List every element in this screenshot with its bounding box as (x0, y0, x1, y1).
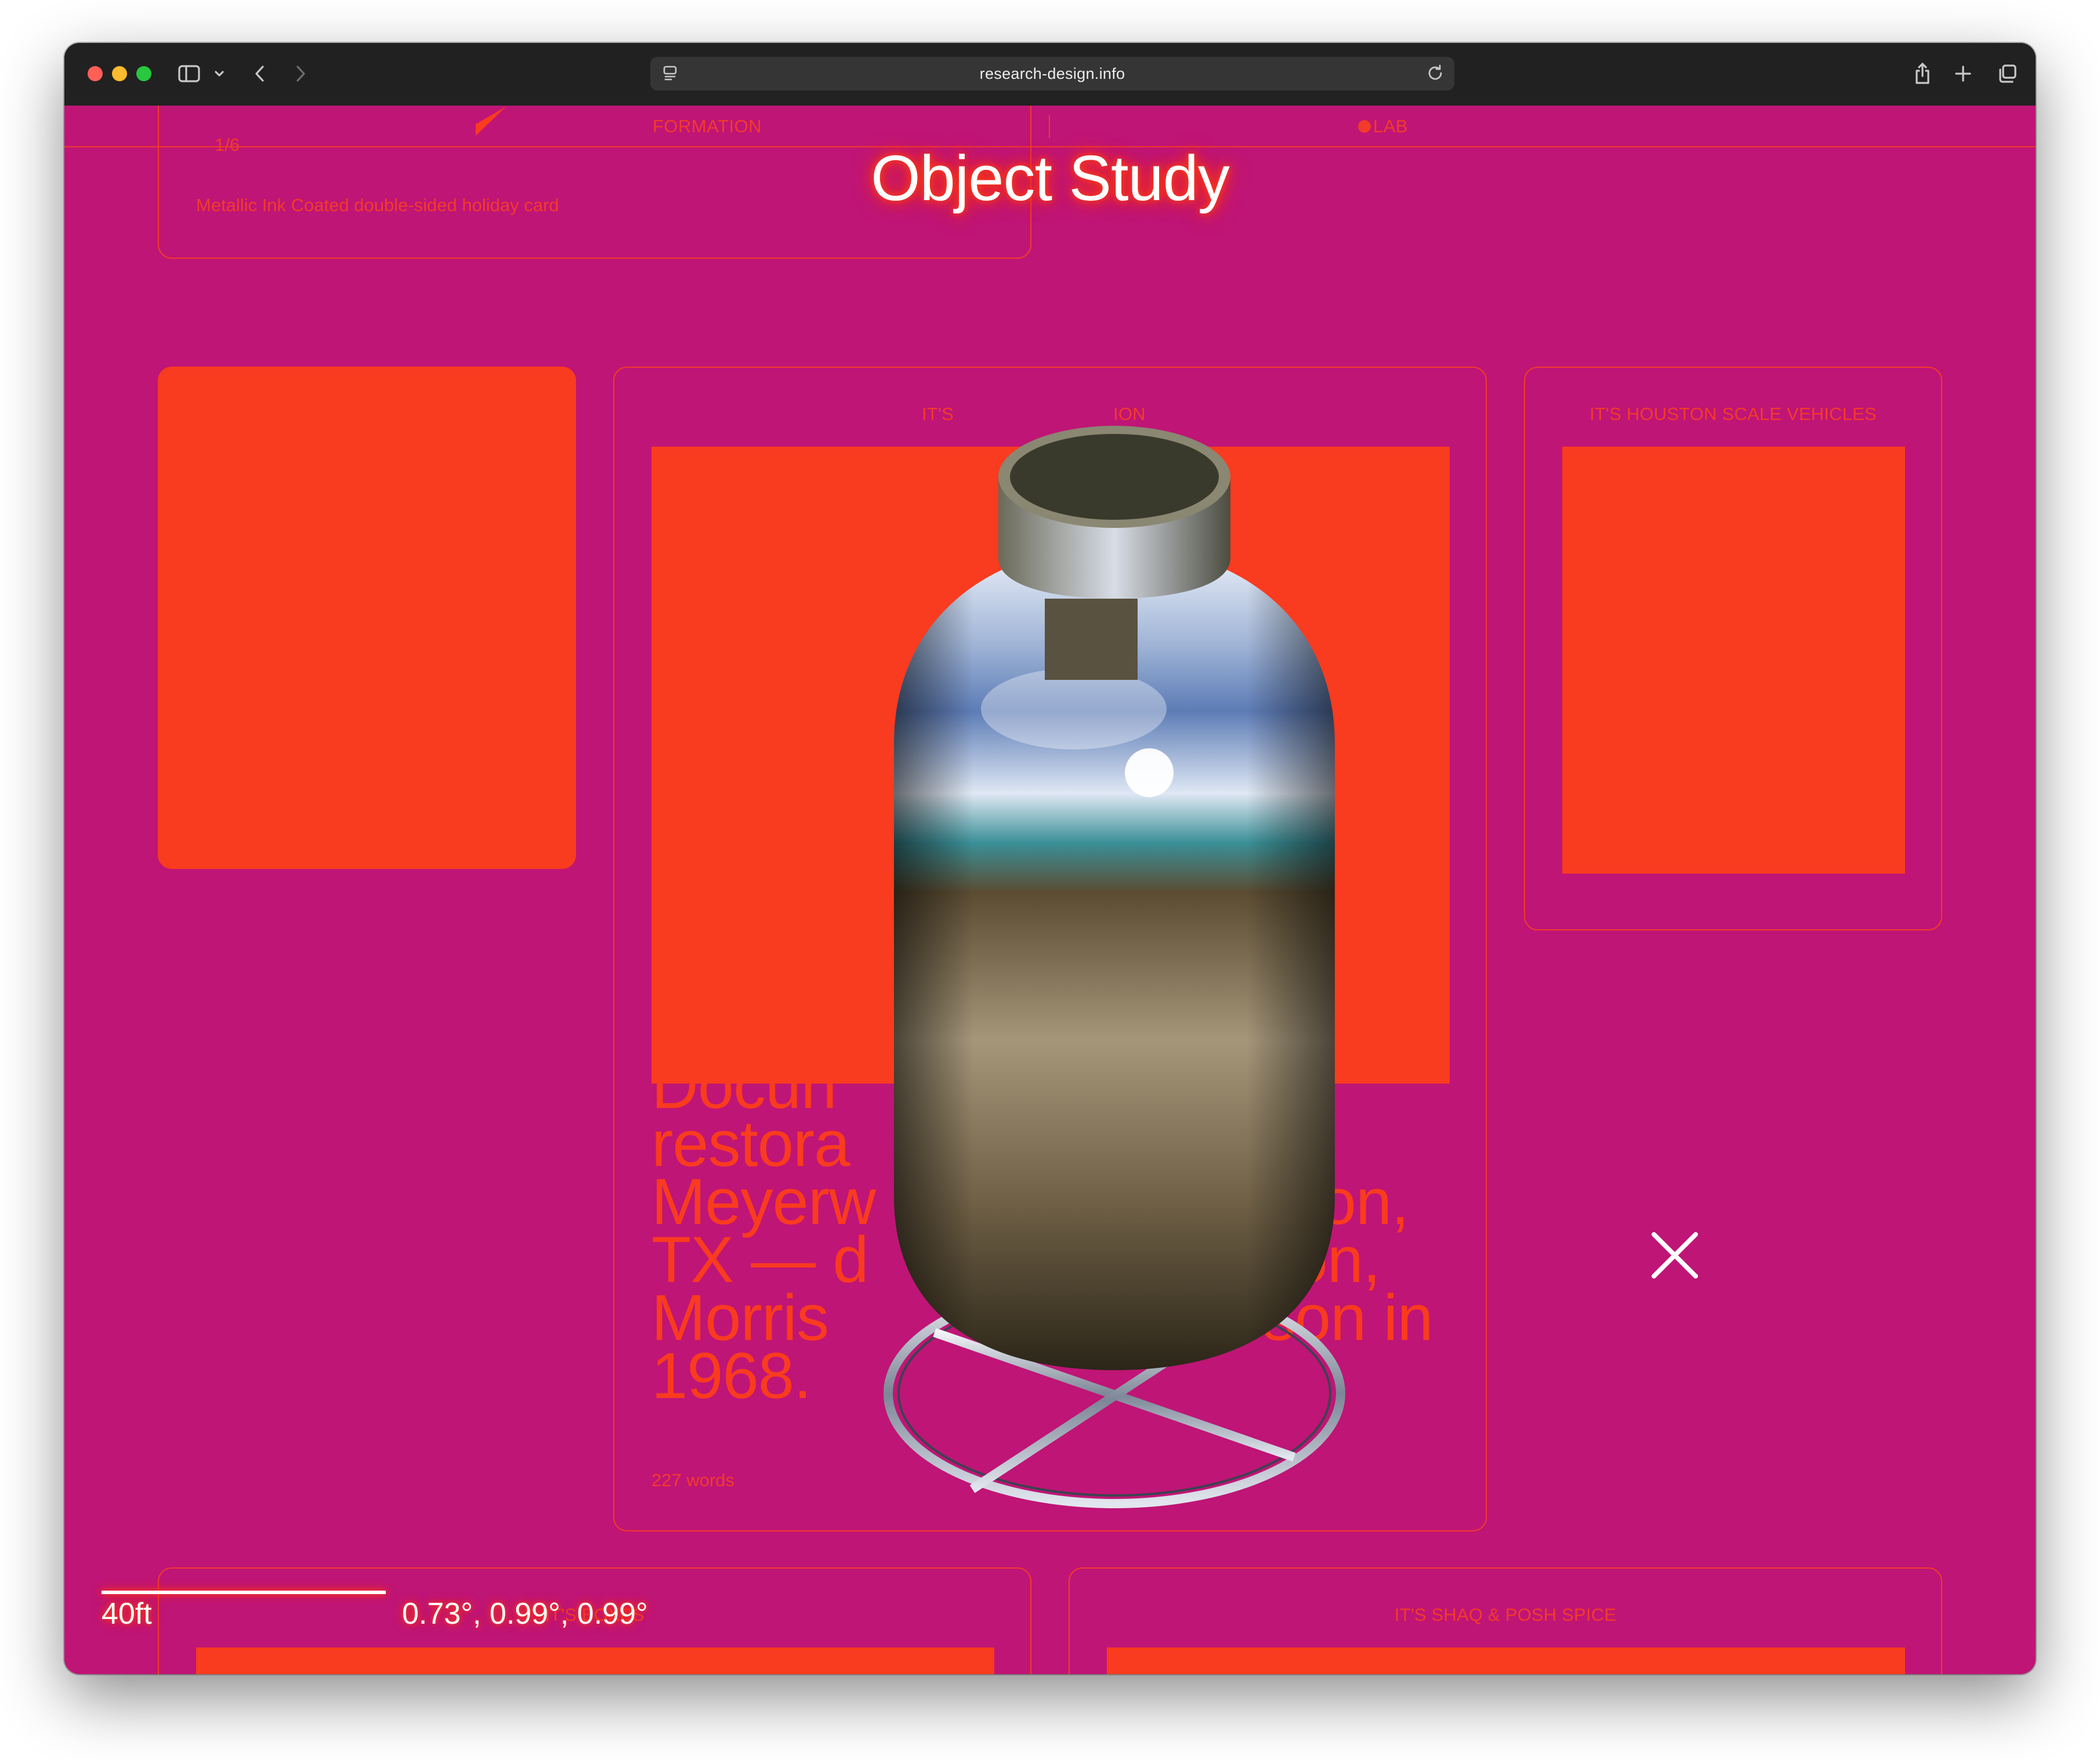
image-block[interactable] (158, 367, 576, 869)
scale-readout: 40ft (102, 1597, 152, 1631)
card-image (1562, 447, 1905, 874)
chevron-down-icon[interactable] (206, 60, 233, 87)
card-image (1107, 1647, 1905, 1674)
reload-icon[interactable] (1425, 63, 1445, 86)
browser-window: research-design.info FORMATION LAB 1/6 M… (64, 43, 2036, 1674)
chrome-capsule-model[interactable] (801, 338, 1346, 1625)
card-houston[interactable]: IT'S HOUSTON SCALE VEHICLES (1524, 367, 1942, 930)
minimize-window-button[interactable] (112, 66, 127, 81)
card-label: IT'S HOUSTON SCALE VEHICLES (1590, 404, 1877, 424)
card-image (196, 1647, 994, 1674)
word-count: 227 words (651, 1470, 735, 1490)
rotation-readout: 0.73°, 0.99°, 0.99° (402, 1597, 648, 1631)
close-window-button[interactable] (88, 66, 103, 81)
zoom-window-button[interactable] (136, 66, 151, 81)
scale-bar (102, 1591, 386, 1594)
triangle-icon (476, 107, 506, 136)
nav-divider (1049, 115, 1050, 138)
share-icon[interactable] (1909, 60, 1936, 87)
overlay-title: Object Study (871, 143, 1230, 214)
browser-toolbar: research-design.info (64, 43, 2036, 106)
back-icon[interactable] (247, 60, 273, 87)
nav-lab-label: LAB (1373, 116, 1409, 136)
new-tab-icon[interactable] (1950, 60, 1976, 87)
tab-overview-icon[interactable] (1994, 60, 2021, 87)
url-text: research-design.info (979, 65, 1125, 82)
web-page: FORMATION LAB 1/6 Metallic Ink Coated do… (64, 106, 2036, 1674)
address-bar[interactable]: research-design.info (650, 57, 1454, 90)
sidebar-toggle-icon[interactable] (176, 60, 202, 87)
nav-lab[interactable]: LAB (1358, 116, 1408, 137)
forward-icon[interactable] (287, 60, 314, 87)
close-icon[interactable] (1646, 1226, 1704, 1284)
lab-dot-icon (1358, 120, 1371, 133)
